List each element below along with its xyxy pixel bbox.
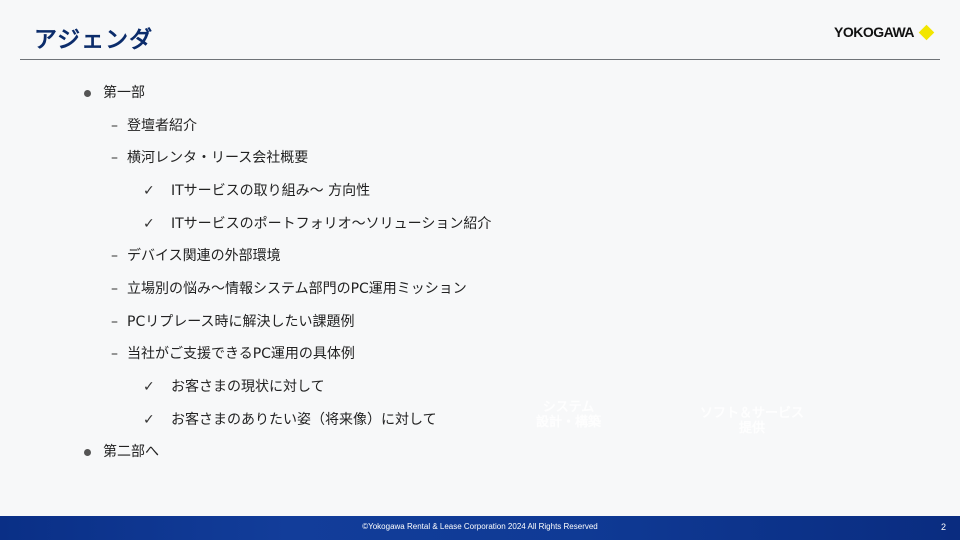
dash-marker: – <box>111 346 118 362</box>
check-icon: ✓ <box>143 412 155 428</box>
slide-title: アジェンダ <box>34 27 154 53</box>
dash-marker: – <box>111 150 118 166</box>
footer-bar: ©Yokogawa Rental & Lease Corporation 202… <box>0 516 960 540</box>
company-logo: YOKOGAWA <box>834 24 935 40</box>
header-divider <box>20 59 940 60</box>
agenda-item: 立場別の悩み～情報システム部門のPC運用ミッション <box>127 281 467 297</box>
ghost-label-system: システム 設計・構築 <box>536 400 602 430</box>
dash-marker: – <box>111 118 118 134</box>
ghost-label-software: ソフト＆サービス 提供 <box>700 406 805 436</box>
agenda-item: 登壇者紹介 <box>127 118 197 134</box>
dash-marker: – <box>111 314 118 330</box>
page-number: 2 <box>940 522 946 532</box>
agenda-item: 第二部へ <box>103 444 159 460</box>
agenda-item: お客さまの現状に対して <box>171 379 325 395</box>
dash-marker: – <box>111 281 118 297</box>
agenda-item: ITサービスのポートフォリオ～ソリューション紹介 <box>171 216 492 232</box>
logo-text: YOKOGAWA <box>834 24 915 40</box>
agenda-item: お客さまのありたい姿（将来像）に対して <box>171 412 437 428</box>
logo-diamond-icon <box>918 24 935 40</box>
agenda-item: PCリプレース時に解決したい課題例 <box>127 314 355 330</box>
agenda-item: 第一部 <box>103 85 145 101</box>
agenda-item: 横河レンタ・リース会社概要 <box>127 150 309 166</box>
agenda-item: デバイス関連の外部環境 <box>127 248 281 264</box>
dash-marker: – <box>111 248 118 264</box>
agenda-bullet-icon <box>84 90 91 97</box>
agenda-bullet-icon <box>84 449 91 456</box>
agenda-item: 当社がご支援できるPC運用の具体例 <box>127 346 355 362</box>
check-icon: ✓ <box>143 183 155 199</box>
agenda-item: ITサービスの取り組み～ 方向性 <box>171 183 371 199</box>
copyright-text: ©Yokogawa Rental & Lease Corporation 202… <box>362 522 598 531</box>
check-icon: ✓ <box>143 379 155 395</box>
check-icon: ✓ <box>143 216 155 232</box>
